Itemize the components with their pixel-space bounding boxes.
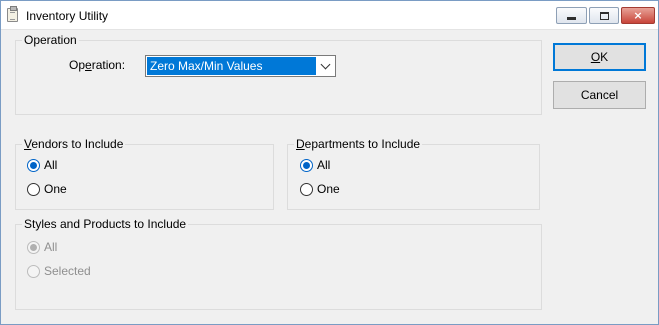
cancel-button[interactable]: Cancel [553, 81, 646, 109]
departments-one-label: One [317, 182, 340, 196]
ok-button[interactable]: OK [553, 43, 646, 71]
departments-one-radio[interactable] [300, 182, 313, 196]
clipboard-icon [7, 6, 18, 22]
minimize-icon [567, 17, 576, 20]
departments-all-option[interactable]: All [300, 157, 330, 173]
ok-button-accel: O [590, 50, 601, 64]
styles-products-group-title: Styles and Products to Include [22, 217, 189, 231]
styles-all-radio [27, 240, 40, 254]
maximize-button[interactable] [589, 7, 619, 24]
operation-label-part: ration: [91, 58, 126, 72]
inventory-utility-dialog: Inventory Utility × Operation Operation:… [0, 0, 659, 325]
departments-title-accel: D [296, 137, 305, 151]
operation-group: Operation Operation: Zero Max/Min Values [15, 33, 542, 115]
vendors-one-label: One [44, 182, 67, 196]
operation-group-title: Operation [22, 33, 79, 47]
vendors-all-label: All [44, 158, 58, 172]
vendors-title-text: endors to Include [31, 137, 124, 151]
title-bar[interactable]: Inventory Utility × [1, 1, 658, 30]
departments-title-text: epartments to Include [304, 137, 421, 151]
window-title: Inventory Utility [26, 9, 109, 23]
styles-selected-option: Selected [27, 263, 91, 279]
minimize-button[interactable] [556, 7, 587, 24]
departments-all-label: All [317, 158, 331, 172]
departments-one-option[interactable]: One [300, 181, 340, 197]
styles-selected-label: Selected [44, 264, 91, 278]
close-button[interactable]: × [621, 7, 655, 24]
vendors-group-title: Vendors to Include [22, 137, 126, 151]
operation-label: Operation: [69, 58, 125, 72]
vendors-all-option[interactable]: All [27, 157, 57, 173]
styles-all-option: All [27, 239, 57, 255]
close-icon: × [633, 9, 643, 22]
vendors-all-radio[interactable] [27, 158, 40, 172]
departments-group-title: Departments to Include [294, 137, 423, 151]
dropdown-button[interactable] [316, 56, 335, 76]
styles-products-group: Styles and Products to Include All Selec… [15, 217, 542, 310]
departments-group: Departments to Include All One [287, 137, 540, 210]
vendors-one-radio[interactable] [27, 182, 40, 196]
maximize-icon [599, 12, 609, 20]
vendors-group: Vendors to Include All One [15, 137, 274, 210]
operation-label-accel: e [85, 58, 92, 72]
departments-all-radio[interactable] [300, 158, 313, 172]
vendors-one-option[interactable]: One [27, 181, 67, 197]
chevron-down-icon [320, 59, 331, 69]
styles-all-label: All [44, 240, 58, 254]
ok-button-label: K [600, 50, 609, 64]
operation-select[interactable]: Zero Max/Min Values [145, 55, 336, 77]
operation-label-part: Op [69, 58, 86, 72]
operation-selected-value: Zero Max/Min Values [147, 57, 316, 75]
styles-selected-radio [27, 264, 40, 278]
